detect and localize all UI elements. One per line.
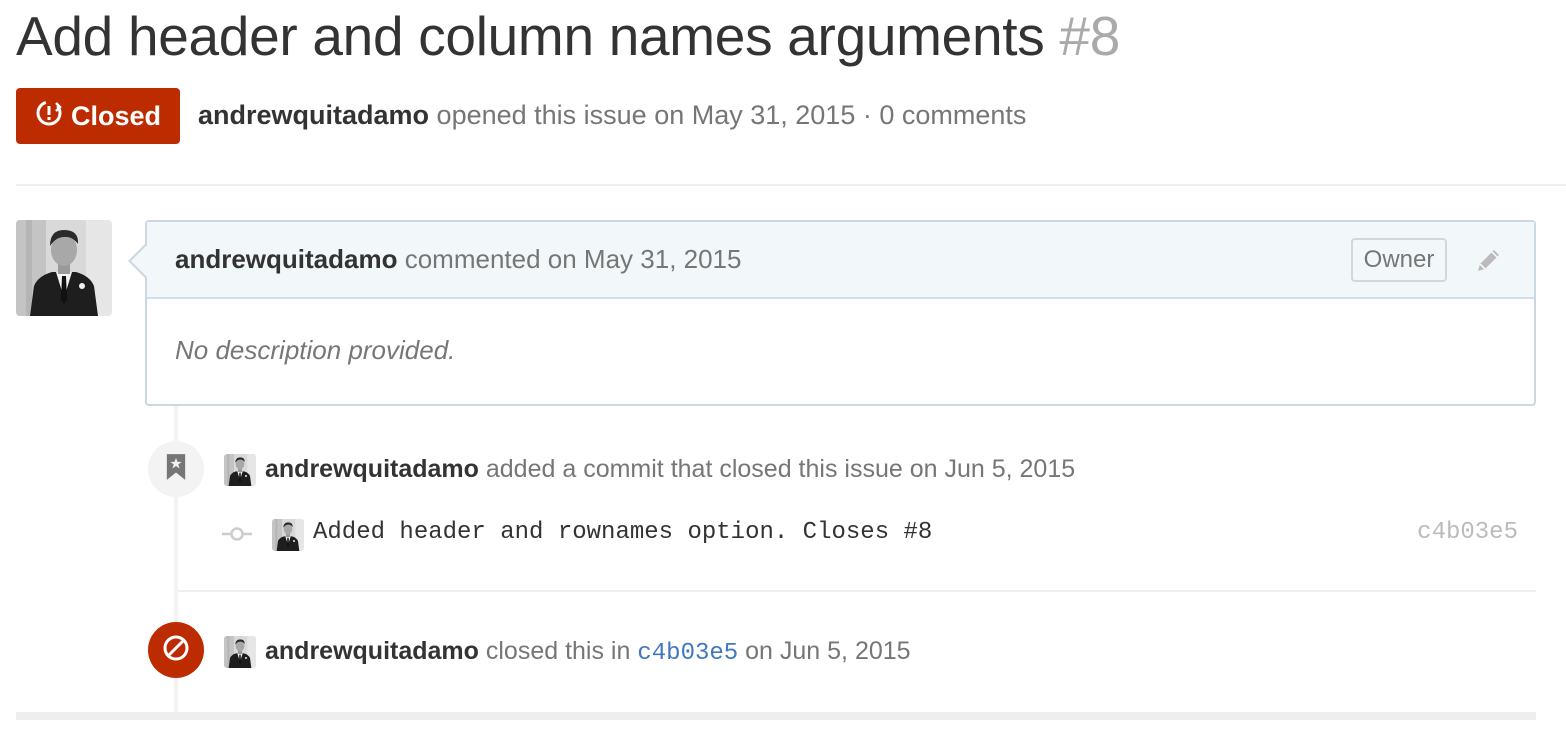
commit-author-avatar[interactable] [272, 519, 304, 551]
commit-event-description: added a commit that closed this issue on… [485, 455, 1076, 483]
issue-number: #8 [1059, 5, 1120, 67]
closed-event-text-before: closed this in [485, 637, 631, 665]
comment-timestamp[interactable]: commented on May 31, 2015 [405, 244, 742, 274]
closed-event-text: andrewquitadamo closed this in c4b03e5 o… [265, 637, 911, 667]
comment-box: andrewquitadamo commented on May 31, 201… [145, 220, 1536, 406]
state-badge-label: Closed [70, 100, 162, 131]
closed-event-author-link[interactable]: andrewquitadamo [265, 637, 479, 665]
commit-event-avatar[interactable] [224, 454, 256, 486]
comment-pointer [131, 245, 147, 277]
pencil-icon[interactable] [1473, 244, 1505, 276]
event-divider [178, 590, 1536, 592]
bookmark-icon [165, 453, 187, 486]
commit-event-author-link[interactable]: andrewquitadamo [265, 455, 479, 483]
issue-closed-icon [35, 99, 63, 134]
closed-event-text-after: on Jun 5, 2015 [745, 637, 911, 665]
comment-author-link[interactable]: andrewquitadamo [175, 244, 397, 274]
header-divider [16, 184, 1566, 186]
commit-event-text: andrewquitadamo added a commit that clos… [265, 455, 1075, 484]
comment-body: No description provided. [175, 335, 456, 365]
issue-meta-text: opened this issue on May 31, 2015 · 0 co… [436, 100, 1027, 130]
git-commit-icon [222, 524, 252, 544]
closed-event-badge [148, 622, 204, 678]
issue-title-text: Add header and column names arguments [16, 5, 1045, 67]
owner-badge: Owner [1351, 238, 1447, 282]
issue-meta: andrewquitadamo opened this issue on May… [198, 100, 1026, 131]
closed-event-avatar[interactable] [224, 636, 256, 668]
commit-message-link[interactable]: Added header and rownames option. Closes… [313, 519, 932, 546]
circle-slash-icon [162, 634, 190, 667]
timeline-bottom-bar [16, 712, 1536, 720]
comment-author-avatar[interactable] [16, 220, 112, 316]
bookmark-event-badge [148, 441, 204, 497]
comment-header: andrewquitadamo commented on May 31, 201… [147, 222, 1534, 299]
comment-header-text: andrewquitadamo commented on May 31, 201… [175, 244, 741, 275]
issue-author-link[interactable]: andrewquitadamo [198, 100, 429, 130]
issue-title: Add header and column names arguments #8 [16, 4, 1120, 68]
commit-sha-link[interactable]: c4b03e5 [1417, 519, 1518, 546]
closed-event-sha-link[interactable]: c4b03e5 [637, 640, 738, 667]
state-badge-closed: Closed [16, 88, 180, 144]
